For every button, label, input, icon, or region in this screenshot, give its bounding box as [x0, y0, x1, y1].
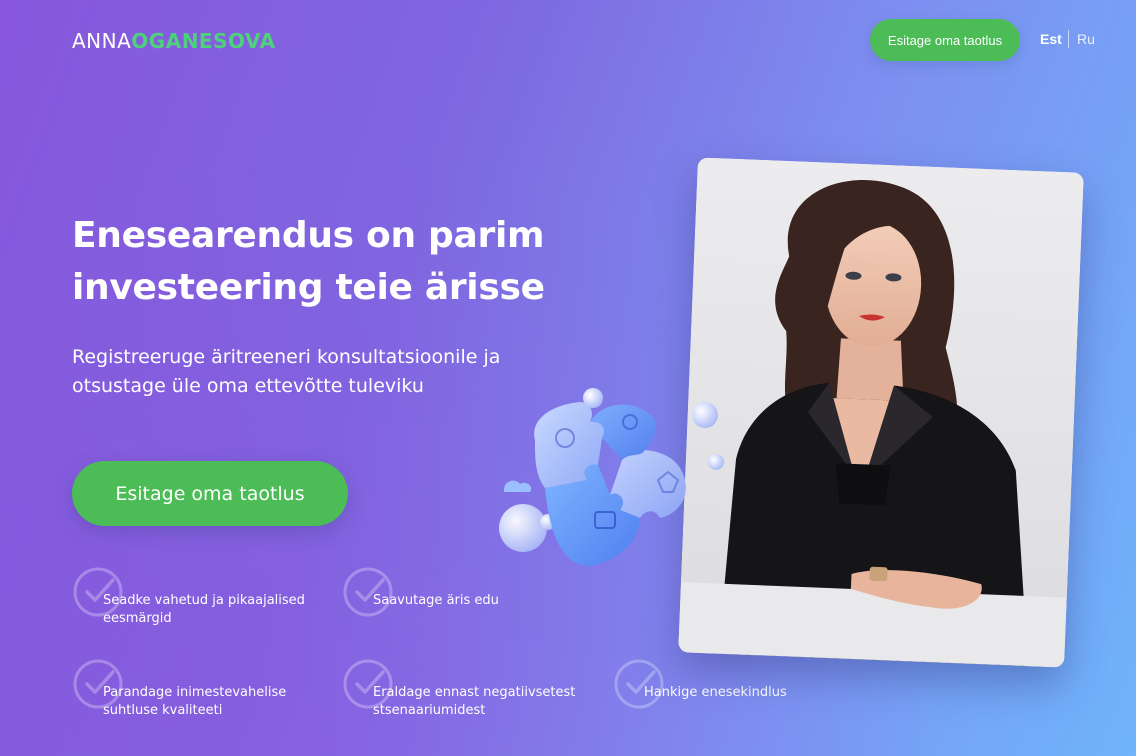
benefit-text: Seadke vahetud ja pikaajalised eesmärgid: [103, 592, 313, 628]
benefit-text-line-2: suhtluse kvaliteeti: [103, 703, 223, 718]
benefit-item: Eraldage ennast negatiivsetest stsenaari…: [342, 658, 582, 724]
benefit-text-line-1: Seadke vahetud ja pikaajalised: [103, 593, 305, 608]
benefit-text: Eraldage ennast negatiivsetest stsenaari…: [373, 684, 583, 720]
benefit-item: Parandage inimestevahelise suhtluse kval…: [72, 658, 312, 724]
benefit-item: Seadke vahetud ja pikaajalised eesmärgid: [72, 566, 312, 632]
hero-title-line-1: Enesearendus on parim: [72, 215, 545, 256]
hero-title-line-2: investeering teie ärisse: [72, 267, 545, 308]
benefit-text-line-1: Parandage inimestevahelise: [103, 685, 287, 700]
benefit-item: Hankige enesekindlus: [613, 658, 853, 724]
benefit-text-line-1: Saavutage äris edu: [373, 593, 499, 608]
brand-logo[interactable]: ANNAOGANESOVA: [72, 29, 276, 53]
hero-subtitle: Registreeruge äritreeneri konsultatsioon…: [72, 343, 532, 401]
benefit-text-line-1: Hankige enesekindlus: [644, 685, 787, 700]
logo-last-name: OGANESOVA: [131, 29, 276, 53]
logo-first-name: ANNA: [72, 29, 132, 53]
language-ru-link[interactable]: Ru: [1077, 30, 1095, 48]
language-est-link[interactable]: Est: [1040, 30, 1062, 48]
hero-subtitle-line-1: Registreeruge äritreeneri konsultatsioon…: [72, 346, 501, 368]
benefit-text-line-2: stsenaariumidest: [373, 703, 486, 718]
puzzle-illustration: [490, 380, 740, 580]
benefit-text-line-2: eesmärgid: [103, 611, 172, 626]
benefit-text: Saavutage äris edu: [373, 592, 583, 610]
hero-title: Enesearendus on parim investeering teie …: [72, 210, 592, 314]
hero-apply-button[interactable]: Esitage oma taotlus: [72, 461, 348, 526]
benefit-text: Parandage inimestevahelise suhtluse kval…: [103, 684, 313, 720]
header-apply-button[interactable]: Esitage oma taotlus: [870, 19, 1020, 61]
language-divider: [1068, 30, 1069, 48]
benefit-text: Hankige enesekindlus: [644, 684, 854, 702]
hero-subtitle-line-2: otsustage üle oma ettevõtte tuleviku: [72, 375, 424, 397]
benefit-text-line-1: Eraldage ennast negatiivsetest: [373, 685, 576, 700]
